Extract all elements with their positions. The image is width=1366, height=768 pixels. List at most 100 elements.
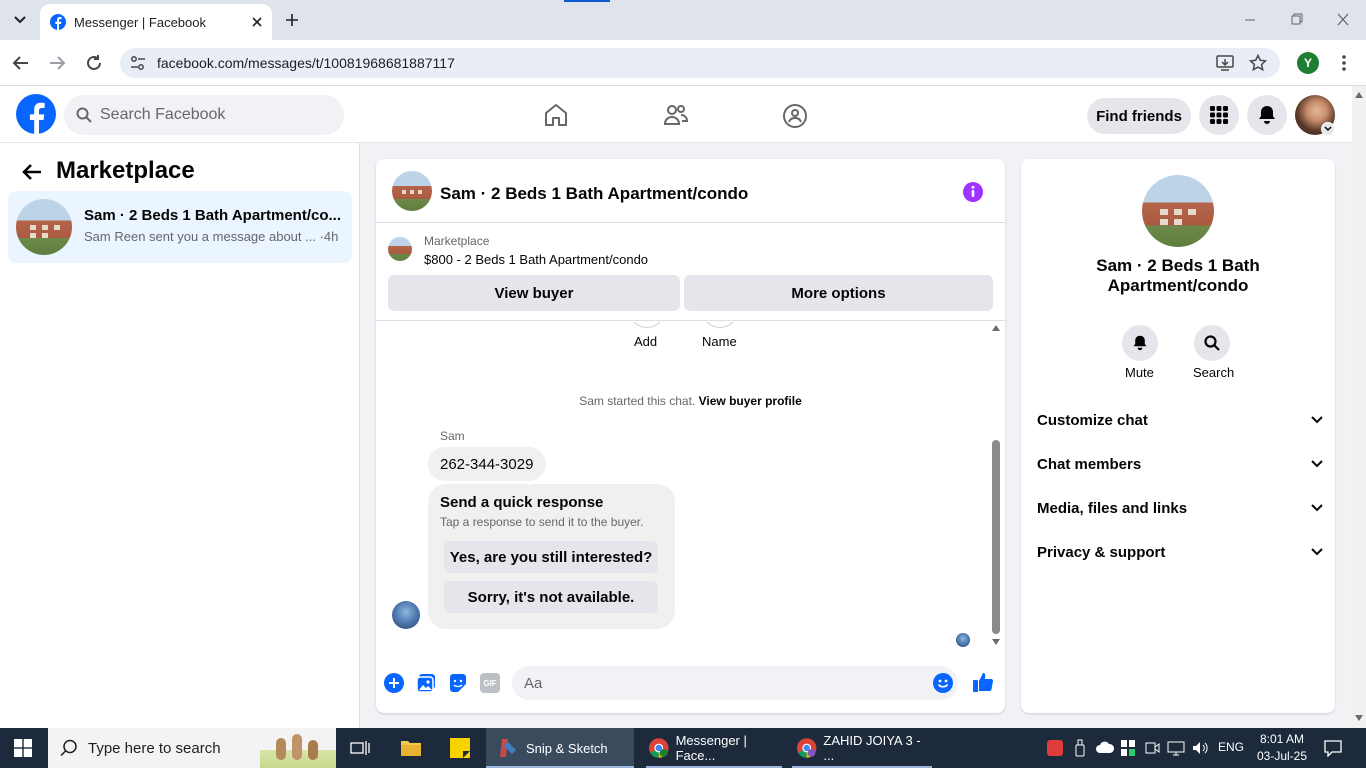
close-tab-icon[interactable]	[252, 17, 262, 27]
info-avatar[interactable]	[1142, 175, 1214, 247]
view-buyer-button[interactable]: View buyer	[388, 275, 680, 311]
conversation-info-button[interactable]	[962, 181, 984, 203]
chat-title[interactable]: Sam · 2 Beds 1 Bath Apartment/condo	[440, 184, 748, 204]
forward-button[interactable]	[48, 54, 66, 72]
message-input-placeholder: Aa	[524, 675, 543, 692]
sticker-button[interactable]	[448, 673, 468, 693]
search-conversation-button[interactable]	[1194, 325, 1230, 361]
conversation-item[interactable]: Sam · 2 Beds 1 Bath Apartment/co... Sam …	[8, 191, 352, 263]
restore-button[interactable]	[1287, 12, 1307, 28]
onedrive-icon[interactable]	[1095, 740, 1115, 756]
close-window-button[interactable]	[1333, 12, 1353, 28]
name-action-label: Name	[702, 334, 737, 349]
customize-chat-section[interactable]: Customize chat	[1037, 412, 1323, 436]
file-explorer-button[interactable]	[400, 738, 422, 758]
attach-media-button[interactable]	[416, 673, 436, 693]
tray-app-icon[interactable]	[1047, 740, 1063, 756]
menu-button[interactable]	[1199, 95, 1239, 135]
defender-icon[interactable]	[1120, 739, 1136, 757]
task-view-icon	[350, 741, 370, 755]
message-scrollbar[interactable]	[990, 322, 1002, 650]
notifications-center-icon[interactable]	[1324, 739, 1342, 757]
account-menu-badge[interactable]	[1321, 122, 1335, 136]
sticky-notes-button[interactable]	[449, 737, 471, 759]
minimize-button[interactable]	[1240, 12, 1260, 28]
usb-icon[interactable]	[1074, 739, 1086, 757]
taskbar-snip-sketch[interactable]: Snip & Sketch	[486, 728, 634, 768]
search-highlight-image	[260, 728, 336, 768]
message-bubble[interactable]: 262-344-3029	[428, 447, 546, 481]
conversation-name: Sam · 2 Beds 1 Bath Apartment/co...	[84, 207, 342, 224]
meet-now-icon[interactable]	[1144, 740, 1160, 756]
name-action-circle[interactable]	[702, 322, 738, 328]
chat-panel: Sam · 2 Beds 1 Bath Apartment/condo Mark…	[376, 159, 1005, 713]
listing-price-title[interactable]: $800 - 2 Beds 1 Bath Apartment/condo	[424, 252, 648, 267]
mute-button[interactable]	[1122, 325, 1158, 361]
address-bar[interactable]: facebook.com/messages/t/1008196868188711…	[120, 48, 1280, 78]
taskbar-zahid[interactable]: ZAHID JOIYA 3 - ...	[792, 728, 932, 768]
browser-toolbar: facebook.com/messages/t/1008196868188711…	[0, 40, 1366, 86]
search-placeholder: Search Facebook	[100, 106, 226, 123]
emoji-icon[interactable]	[933, 673, 953, 693]
start-button[interactable]	[14, 739, 32, 757]
message-input[interactable]: Aa	[512, 666, 958, 700]
site-settings-icon[interactable]	[130, 55, 146, 71]
gif-button[interactable]: GIF	[480, 673, 500, 693]
find-friends-button[interactable]: Find friends	[1087, 98, 1191, 134]
nav-friends[interactable]	[663, 103, 689, 127]
bookmark-star-icon[interactable]	[1249, 54, 1267, 72]
back-arrow-button[interactable]	[22, 163, 42, 181]
taskbar-clock[interactable]: 8:01 AM 03-Jul-25	[1250, 731, 1314, 765]
quick-reply-still-interested[interactable]: Yes, are you still interested?	[444, 541, 658, 573]
profile-avatar[interactable]: Y	[1297, 52, 1319, 74]
scroll-down-icon[interactable]	[1355, 715, 1363, 721]
notifications-button[interactable]	[1247, 95, 1287, 135]
plus-icon	[286, 14, 298, 26]
send-like-button[interactable]	[972, 671, 994, 693]
install-app-icon[interactable]	[1216, 54, 1234, 72]
language-indicator[interactable]: ENG	[1218, 740, 1244, 754]
nav-home[interactable]	[543, 103, 569, 127]
add-action-circle[interactable]	[629, 322, 665, 328]
chat-members-section[interactable]: Chat members	[1037, 456, 1323, 480]
tab-search-button[interactable]	[6, 6, 34, 34]
scroll-up-icon[interactable]	[992, 325, 1000, 331]
info-title: Sam · 2 Beds 1 Bath Apartment/condo	[1021, 256, 1335, 296]
sticky-notes-icon	[450, 738, 470, 758]
view-buyer-profile-link[interactable]: View buyer profile	[699, 394, 802, 408]
volume-icon[interactable]	[1191, 740, 1209, 756]
new-tab-button[interactable]	[282, 10, 302, 30]
reload-button[interactable]	[85, 54, 103, 72]
sender-avatar[interactable]	[392, 601, 420, 629]
page-scrollbar[interactable]	[1352, 86, 1366, 728]
nav-groups[interactable]	[782, 103, 808, 129]
conversation-list-pane: Marketplace Sam · 2 Beds 1 Bath Apartmen…	[0, 143, 360, 728]
groups-icon	[783, 104, 807, 128]
chat-avatar[interactable]	[392, 171, 432, 211]
url-text: facebook.com/messages/t/1008196868188711…	[157, 55, 455, 71]
taskbar-search-box[interactable]: Type here to search	[48, 728, 336, 768]
browser-tab-messenger[interactable]: Messenger | Facebook	[40, 4, 272, 40]
scroll-down-icon[interactable]	[992, 639, 1000, 645]
chevron-down-icon	[1324, 126, 1332, 132]
task-view-button[interactable]	[350, 739, 370, 757]
more-options-button[interactable]: More options	[684, 275, 993, 311]
media-files-links-section[interactable]: Media, files and links	[1037, 500, 1323, 524]
more-actions-button[interactable]	[384, 673, 404, 693]
info-icon	[963, 182, 983, 202]
browser-menu-button[interactable]	[1336, 54, 1352, 72]
scrollbar-thumb[interactable]	[992, 440, 1000, 634]
search-icon	[60, 739, 77, 757]
conversation-info-pane: Sam · 2 Beds 1 Bath Apartment/condo Mute…	[1021, 159, 1335, 713]
facebook-logo[interactable]	[16, 94, 56, 134]
taskbar-messenger[interactable]: Messenger | Face...	[640, 728, 788, 768]
network-icon[interactable]	[1167, 740, 1185, 756]
clock-time: 8:01 AM	[1259, 732, 1305, 746]
privacy-support-section[interactable]: Privacy & support	[1037, 544, 1323, 568]
info-title-line2: Apartment/condo	[1107, 276, 1249, 295]
back-button[interactable]	[12, 54, 30, 72]
scroll-up-icon[interactable]	[1355, 92, 1363, 98]
section-label: Customize chat	[1037, 412, 1148, 429]
search-facebook-input[interactable]: Search Facebook	[64, 95, 344, 135]
quick-reply-not-available[interactable]: Sorry, it's not available.	[444, 581, 658, 613]
